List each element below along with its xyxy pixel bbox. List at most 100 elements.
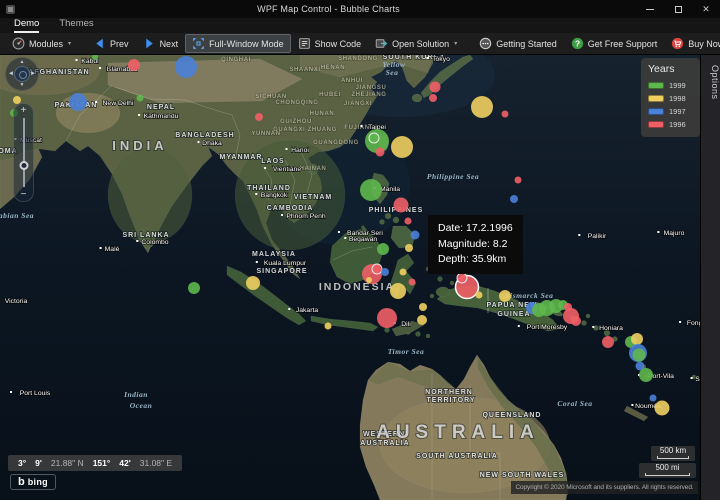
earthquake-bubble-1998[interactable] xyxy=(419,303,427,311)
earthquake-bubble-1997[interactable] xyxy=(411,231,420,240)
earthquake-bubble-1996[interactable] xyxy=(377,308,397,328)
map-label: JIANGSU xyxy=(356,85,387,91)
map-label: Ocean xyxy=(130,401,153,410)
zoom-track[interactable] xyxy=(23,118,25,187)
earthquake-bubble-1996[interactable] xyxy=(571,316,581,326)
full-window-mode-button[interactable]: Full-Window Mode xyxy=(185,34,291,53)
earthquake-bubble-1996[interactable] xyxy=(372,264,382,274)
buy-now-button[interactable]: Buy Now xyxy=(664,34,720,53)
prev-button[interactable]: Prev xyxy=(86,34,136,53)
pan-control[interactable]: ▲ ▼ ◀ ▶ xyxy=(5,57,39,91)
earthquake-bubble-1999[interactable] xyxy=(377,243,389,255)
earthquake-bubble-1999[interactable] xyxy=(639,368,653,382)
earthquake-bubble-1996[interactable] xyxy=(405,218,412,225)
zoom-in-button[interactable]: + xyxy=(21,104,27,117)
zoom-slider[interactable]: + − xyxy=(13,103,34,202)
earthquake-bubble-1996[interactable] xyxy=(430,82,441,93)
earthquake-bubble-1998[interactable] xyxy=(246,276,260,290)
earthquake-bubble-1998[interactable] xyxy=(391,136,413,158)
earthquake-bubble-1999[interactable] xyxy=(360,179,382,201)
earthquake-bubble-1997[interactable] xyxy=(510,195,518,203)
open-solution-label: Open Solution xyxy=(392,39,449,49)
earthquake-bubble-1996[interactable] xyxy=(515,177,522,184)
map-label: Coral Sea xyxy=(557,399,592,408)
city-dot xyxy=(255,193,257,195)
code-icon xyxy=(298,37,311,50)
earthquake-bubble-1997[interactable] xyxy=(175,56,197,78)
tab-demo[interactable]: Demo xyxy=(14,18,39,33)
earthquake-bubble-1998[interactable] xyxy=(325,323,332,330)
earthquake-bubble-1996[interactable] xyxy=(409,279,416,286)
getting-started-icon xyxy=(479,37,492,50)
earthquake-bubble-1998[interactable] xyxy=(417,315,427,325)
support-icon: ? xyxy=(571,37,584,50)
map-label: Honiara xyxy=(599,325,623,332)
earthquake-bubble-1996[interactable] xyxy=(429,94,437,102)
earthquake-bubble-1997[interactable] xyxy=(650,395,657,402)
city-dot xyxy=(99,67,101,69)
earthquake-bubble-1996[interactable] xyxy=(457,273,467,283)
pan-left-icon[interactable]: ◀ xyxy=(9,72,13,77)
earthquake-bubble-1999[interactable] xyxy=(188,282,200,294)
earthquake-bubble-1998[interactable] xyxy=(400,269,407,276)
modules-label: Modules xyxy=(29,39,63,49)
earthquake-bubble-1997[interactable] xyxy=(381,268,389,276)
earthquake-bubble-1996[interactable] xyxy=(602,336,614,348)
earthquake-bubble-1996[interactable] xyxy=(376,148,385,157)
pan-up-icon[interactable]: ▲ xyxy=(20,60,25,65)
earthquake-bubble-1998[interactable] xyxy=(631,333,643,345)
earthquake-bubble-1997[interactable] xyxy=(69,93,87,111)
city-dot xyxy=(198,141,200,143)
map-label: HUNAN xyxy=(310,111,335,117)
maximize-button[interactable] xyxy=(664,0,692,18)
prev-icon xyxy=(93,37,106,50)
pan-down-icon[interactable]: ▼ xyxy=(20,83,25,88)
zoom-out-button[interactable]: − xyxy=(21,188,27,201)
earthquake-bubble-1996[interactable] xyxy=(502,111,509,118)
show-code-button[interactable]: Show Code xyxy=(291,34,369,53)
app-window: WPF Map Control - Bubble Charts ✕ Demo T… xyxy=(0,0,720,500)
scale-bracket xyxy=(657,456,689,459)
map-label: Majuro xyxy=(664,230,685,237)
modules-button[interactable]: Modules ▾ xyxy=(5,34,78,53)
earthquake-bubble-1998[interactable] xyxy=(390,283,406,299)
map-label: GUANGXI ZHUANG xyxy=(273,127,337,133)
legend-item: 1996 xyxy=(648,118,693,131)
map-label: QINGHAI xyxy=(221,57,251,63)
earthquake-bubble-1998[interactable] xyxy=(476,292,483,299)
earthquake-bubble-1999[interactable] xyxy=(369,133,379,143)
earthquake-bubble-1998[interactable] xyxy=(499,290,511,302)
map-label: Port Moresby xyxy=(527,324,568,331)
map-canvas[interactable]: AFGHANISTANPAKISTANNEPALBANGLADESHMYANMA… xyxy=(0,55,700,500)
minimize-button[interactable] xyxy=(636,0,664,18)
get-free-support-button[interactable]: ? Get Free Support xyxy=(564,34,665,53)
next-icon xyxy=(143,37,156,50)
tab-themes[interactable]: Themes xyxy=(59,18,93,33)
map-label: THAILAND xyxy=(247,185,291,192)
city-dot xyxy=(657,231,659,233)
legend-swatch-1998 xyxy=(648,95,664,102)
earthquake-bubble-1996[interactable] xyxy=(394,198,409,213)
city-dot xyxy=(288,308,290,310)
legend-swatch-1999 xyxy=(648,82,664,89)
pan-right-icon[interactable]: ▶ xyxy=(31,72,35,77)
map-label: JIANGXI xyxy=(344,101,372,107)
earthquake-bubble-1998[interactable] xyxy=(471,96,493,118)
open-solution-button[interactable]: Open Solution ▾ xyxy=(368,34,464,53)
legend-panel: Years 1999 1998 1997 1996 xyxy=(641,58,700,137)
earthquake-bubble-1996[interactable] xyxy=(255,113,263,121)
close-button[interactable]: ✕ xyxy=(692,0,720,18)
earthquake-bubble-1998[interactable] xyxy=(366,277,372,283)
earthquake-bubble-1999[interactable] xyxy=(137,95,144,102)
map-label: AUSTRALIA xyxy=(376,422,540,443)
next-button[interactable]: Next xyxy=(136,34,186,53)
getting-started-button[interactable]: Getting Started xyxy=(472,34,564,53)
earthquake-bubble-1998[interactable] xyxy=(405,244,413,252)
options-tab[interactable]: Options xyxy=(701,57,720,108)
earthquake-bubble-1996[interactable] xyxy=(128,59,140,71)
map-label: Timor Sea xyxy=(388,347,425,356)
zoom-thumb[interactable] xyxy=(19,161,28,170)
earthquake-bubble-1999[interactable] xyxy=(633,349,646,362)
earthquake-bubble-1998[interactable] xyxy=(655,401,670,416)
menu-bar: Demo Themes xyxy=(0,18,720,33)
